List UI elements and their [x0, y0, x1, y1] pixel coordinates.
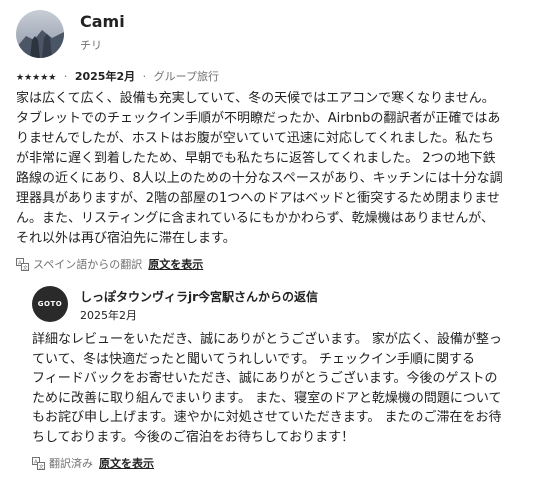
show-original-link[interactable]: 原文を表示 — [148, 256, 203, 272]
review-translation-row: A 文 スペイン語からの翻訳 原文を表示 — [16, 256, 203, 272]
host-reply-date: 2025年2月 — [80, 309, 137, 322]
separator-dot: · — [63, 70, 68, 83]
translation-note: 翻訳済み — [49, 457, 93, 470]
translation-note: スペイン語からの翻訳 — [33, 258, 143, 271]
host-reply-title: しっぽタウンヴィラjr今宮駅さんからの返信 — [80, 290, 319, 304]
host-avatar[interactable]: GOTO — [32, 286, 68, 322]
host-reply-text: 詳細なレビューをいただき、誠にありがとうございます。 家が広く、設備が整っ てい… — [32, 332, 502, 445]
translate-icon: A 文 — [16, 257, 29, 271]
host-logo: GOTO — [37, 300, 63, 308]
review-text: 家は広くて広く、設備も充実していて、冬の天候ではエアコンで寒くなりません。 タブ… — [16, 91, 503, 246]
separator-dot: · — [142, 70, 147, 83]
reviewer-avatar[interactable] — [16, 10, 64, 58]
show-original-link[interactable]: 原文を表示 — [99, 455, 154, 471]
reviewer-name: Cami — [80, 12, 125, 31]
review-meta: ★★★★★ · 2025年2月 · グループ旅行 — [16, 68, 219, 84]
star-rating: ★★★★★ — [16, 73, 57, 83]
trip-type: グループ旅行 — [153, 70, 219, 83]
reply-translation-row: A 文 翻訳済み 原文を表示 — [32, 455, 154, 471]
svg-text:文: 文 — [39, 463, 44, 470]
svg-text:文: 文 — [23, 264, 28, 271]
review-date: 2025年2月 — [74, 70, 136, 83]
translate-icon: A 文 — [32, 456, 45, 470]
reviewer-location: チリ — [80, 39, 102, 52]
